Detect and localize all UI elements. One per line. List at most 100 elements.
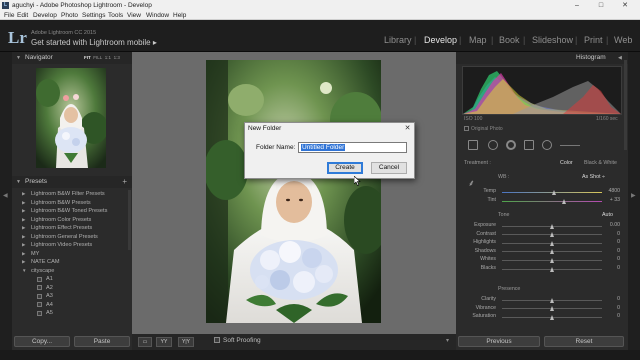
folder-name-input[interactable]: Untitled Folder [298,142,407,153]
slider-knob[interactable] [549,297,554,303]
slider-knob[interactable] [549,240,554,246]
slider-value[interactable]: 4800 [608,188,620,194]
module-slideshow[interactable]: Slideshow [532,35,573,45]
temp-slider[interactable]: Temp 4800 [464,188,622,196]
slider-value[interactable]: 0 [617,305,620,311]
slider-knob[interactable] [549,257,554,263]
slider-track[interactable] [502,240,602,246]
menu-file[interactable]: File [4,12,14,19]
vibrance-slider[interactable]: Vibrance 0 [464,305,622,313]
collapse-right-icon[interactable]: ▶ [631,192,636,199]
module-develop[interactable]: Develop [424,35,457,45]
create-button[interactable]: Create [327,162,363,174]
slider-value[interactable]: 0.00 [610,222,620,228]
clarity-slider[interactable]: Clarity 0 [464,296,622,304]
dialog-close-icon[interactable]: ✕ [403,124,412,133]
slider-value[interactable]: 0 [617,239,620,245]
checkbox-icon[interactable] [214,337,220,344]
menu-photo[interactable]: Photo [61,12,78,19]
preset-folder[interactable]: ▶ Lightroom General Presets [16,233,129,242]
histogram-header[interactable]: Histogram ◀ [456,52,628,64]
preset-item[interactable]: A2 [16,284,129,293]
preset-folder[interactable]: ▶ Lightroom Effect Presets [16,224,129,233]
zoom-fit[interactable]: FIT [84,55,91,60]
preset-item[interactable]: A4 [16,301,129,310]
preset-folder[interactable]: ▶ Lightroom B&W Filter Presets [16,190,129,199]
module-map[interactable]: Map [469,35,487,45]
slider-track[interactable] [502,306,602,312]
slider-value[interactable]: 0 [617,256,620,262]
previous-button[interactable]: Previous [458,336,540,347]
presets-header[interactable]: ▼ Presets + [12,176,132,188]
slider-knob[interactable] [561,198,566,204]
minimize-button[interactable]: – [568,0,586,11]
zoom-1-3[interactable]: 1:3 [114,55,120,60]
menu-view[interactable]: View [127,12,141,19]
highlights-slider[interactable]: Highlights 0 [464,239,622,247]
blacks-slider[interactable]: Blacks 0 [464,265,622,273]
slider-knob[interactable] [551,189,556,195]
brush-icon[interactable] [560,145,580,146]
module-book[interactable]: Book [499,35,520,45]
radial-filter-icon[interactable] [542,140,552,150]
slider-value[interactable]: 0 [617,248,620,254]
graduated-filter-icon[interactable] [524,140,534,150]
preset-folder[interactable]: ▶ MY [16,250,129,259]
navigator-header[interactable]: ▼ Navigator FIT FILL 1:1 1:3 [12,52,132,64]
navigator-preview[interactable] [36,68,108,168]
menu-tools[interactable]: Tools [108,12,123,19]
menu-window[interactable]: Window [146,12,169,19]
tint-slider[interactable]: Tint + 33 [464,197,622,205]
slider-track[interactable] [502,297,602,303]
shadows-slider[interactable]: Shadows 0 [464,248,622,256]
red-eye-icon[interactable] [506,140,516,150]
menu-develop[interactable]: Develop [33,12,57,19]
slider-track[interactable] [502,232,602,238]
slider-knob[interactable] [549,249,554,255]
spot-removal-icon[interactable] [488,140,498,150]
exposure-slider[interactable]: Exposure 0.00 [464,222,622,230]
preset-item[interactable]: A1 [16,275,129,284]
whites-slider[interactable]: Whites 0 [464,256,622,264]
slider-track[interactable] [502,249,602,255]
close-button[interactable]: ✕ [616,0,634,11]
maximize-button[interactable]: □ [592,0,610,11]
preset-folder[interactable]: ▶ Lightroom B&W Presets [16,199,129,208]
module-web[interactable]: Web [614,35,632,45]
zoom-1-1[interactable]: 1:1 [105,55,111,60]
treatment-color[interactable]: Color [560,160,573,166]
original-photo-toggle[interactable]: Original Photo [464,126,503,132]
slider-track[interactable] [502,314,602,320]
preset-folder[interactable]: ▼ cityscape [16,267,129,276]
main-photo[interactable] [204,60,388,323]
right-panel-toggle[interactable]: ▶ [628,52,640,350]
saturation-slider[interactable]: Saturation 0 [464,313,622,321]
slider-value[interactable]: 0 [617,296,620,302]
slider-track[interactable] [502,266,602,272]
toolbar-menu-icon[interactable]: ▾ [446,337,449,344]
preset-folder[interactable]: ▶ Lightroom Color Presets [16,216,129,225]
slider-knob[interactable] [549,266,554,272]
module-print[interactable]: Print [584,35,603,45]
slider-track[interactable] [502,189,602,195]
menu-help[interactable]: Help [173,12,186,19]
preset-item[interactable]: A3 [16,292,129,301]
preset-folder[interactable]: ▶ NATE CAM [16,258,129,267]
preset-item[interactable]: A5 [16,309,129,318]
folder-name-value[interactable]: Untitled Folder [301,144,346,151]
add-preset-icon[interactable]: + [122,177,127,186]
histogram-graph[interactable] [462,66,622,115]
slider-track[interactable] [502,198,602,204]
crop-tool-icon[interactable] [468,140,478,150]
left-panel-toggle[interactable]: ◀ [0,52,12,350]
checkbox-icon[interactable] [464,126,469,132]
cancel-button[interactable]: Cancel [371,162,407,174]
wb-preset-select[interactable]: As Shot ÷ [582,174,605,180]
slider-value[interactable]: 0 [617,231,620,237]
slider-track[interactable] [502,223,602,229]
treatment-bw[interactable]: Black & White [584,160,617,166]
auto-tone-button[interactable]: Auto [602,212,613,218]
slider-knob[interactable] [549,306,554,312]
collapse-left-icon[interactable]: ◀ [3,192,8,199]
menu-edit[interactable]: Edit [17,12,28,19]
